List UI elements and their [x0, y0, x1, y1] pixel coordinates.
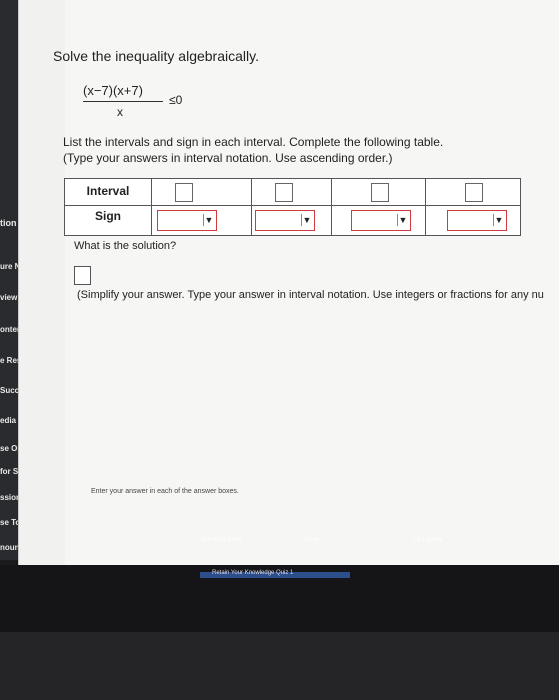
interval-input-3[interactable]	[371, 183, 389, 202]
attempts-label: 0 of 1 attempt	[412, 537, 443, 543]
solution-input[interactable]	[74, 266, 91, 285]
chevron-down-icon: ▼	[301, 214, 312, 226]
question-panel: Solve the inequality algebraically. (x−7…	[18, 0, 559, 565]
instruction-line-2: (Type your answers in interval notation.…	[63, 151, 393, 165]
fraction-bar	[83, 101, 163, 102]
due-label: DUE AT 11:59 PM	[202, 537, 243, 543]
sign-select-3[interactable]: ▼	[351, 210, 411, 231]
numerator: (x−7)(x+7)	[83, 83, 143, 98]
denominator: x	[117, 105, 123, 119]
chevron-down-icon: ▼	[203, 214, 214, 226]
sign-table: Interval Sign ▼ ▼ ▼ ▼	[64, 178, 521, 236]
interval-input-2[interactable]	[275, 183, 293, 202]
interval-input-1[interactable]	[175, 183, 193, 202]
chevron-down-icon: ▼	[397, 214, 408, 226]
solution-hint: (Simplify your answer. Type your answer …	[77, 289, 544, 301]
chevron-down-icon: ▼	[493, 214, 504, 226]
interval-input-4[interactable]	[465, 183, 483, 202]
sign-select-2[interactable]: ▼	[255, 210, 315, 231]
sign-select-4[interactable]: ▼	[447, 210, 507, 231]
solution-question: What is the solution?	[74, 240, 177, 252]
sign-header: Sign	[95, 209, 121, 223]
sign-select-1[interactable]: ▼	[157, 210, 217, 231]
quiz-progress-label: Retain Your Knowledge Quiz 1	[212, 570, 294, 576]
enter-answer-note: Enter your answer in each of the answer …	[91, 488, 239, 495]
screen-bezel	[0, 632, 559, 700]
question-title: Solve the inequality algebraically.	[53, 48, 259, 64]
interval-header: Interval	[86, 184, 130, 198]
relation: ≤0	[169, 93, 183, 107]
score-label: Score: --	[305, 537, 325, 543]
instruction-line-1: List the intervals and sign in each inte…	[63, 135, 444, 149]
